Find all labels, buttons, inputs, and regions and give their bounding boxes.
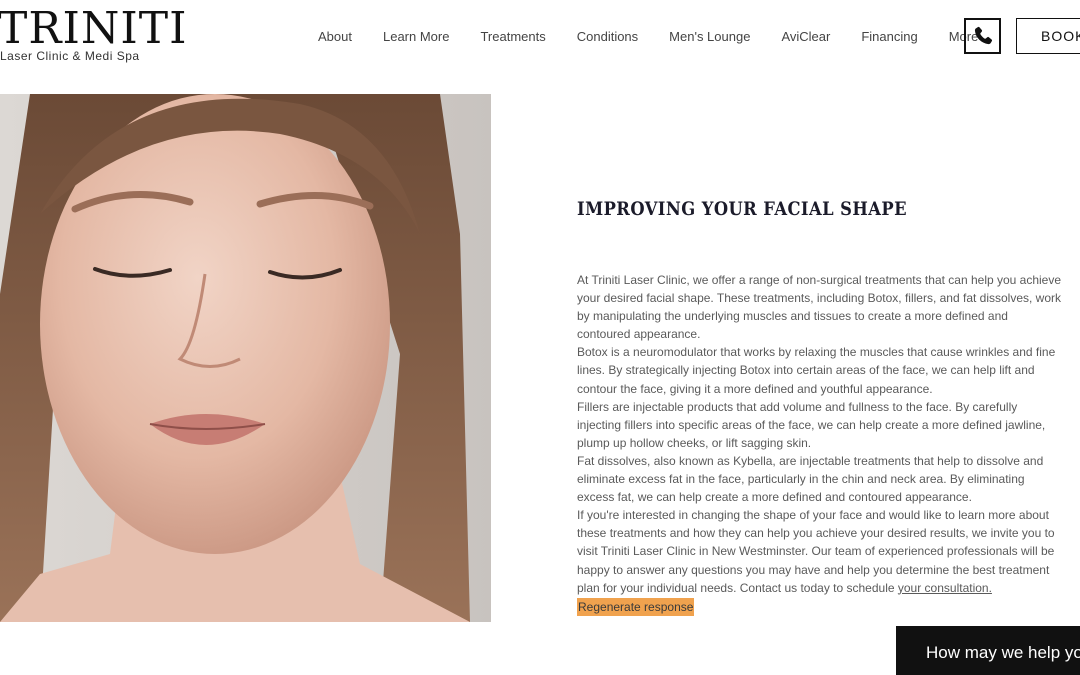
logo[interactable]: TRINITI Laser Clinic & Medi Spa <box>0 3 188 64</box>
article-body: At Triniti Laser Clinic, we offer a rang… <box>577 271 1062 616</box>
section-heading: IMPROVING YOUR FACIAL SHAPE <box>577 198 907 220</box>
phone-icon <box>974 26 992 45</box>
regenerate-response-button[interactable]: Regenerate response <box>577 597 695 616</box>
paragraph-contact: If you're interested in changing the sha… <box>577 506 1062 596</box>
paragraph-intro: At Triniti Laser Clinic, we offer a rang… <box>577 273 1062 342</box>
nav-item-treatments[interactable]: Treatments <box>480 29 545 44</box>
nav-item-learn-more[interactable]: Learn More <box>383 29 449 44</box>
consultation-link[interactable]: your consultation. <box>898 581 992 595</box>
nav-item-mens-lounge[interactable]: Men's Lounge <box>669 29 750 44</box>
paragraph-botox: Botox is a neuromodulator that works by … <box>577 345 1056 396</box>
logo-wordmark: TRINITI <box>0 3 188 54</box>
chat-widget-label: How may we help you? <box>926 643 1080 662</box>
paragraph-fillers: Fillers are injectable products that add… <box>577 399 1046 450</box>
nav-item-aviclear[interactable]: AviClear <box>781 29 830 44</box>
portrait-photo <box>0 94 491 622</box>
book-button[interactable]: BOOK <box>1016 18 1080 54</box>
nav-item-conditions[interactable]: Conditions <box>577 29 638 44</box>
main-nav: About Learn More Treatments Conditions M… <box>318 29 978 44</box>
nav-item-about[interactable]: About <box>318 29 352 44</box>
paragraph-fat-dissolves: Fat dissolves, also known as Kybella, ar… <box>577 453 1044 505</box>
phone-button[interactable] <box>964 18 1001 54</box>
nav-item-financing[interactable]: Financing <box>861 29 917 44</box>
chat-widget-button[interactable]: How may we help you? <box>896 626 1080 675</box>
